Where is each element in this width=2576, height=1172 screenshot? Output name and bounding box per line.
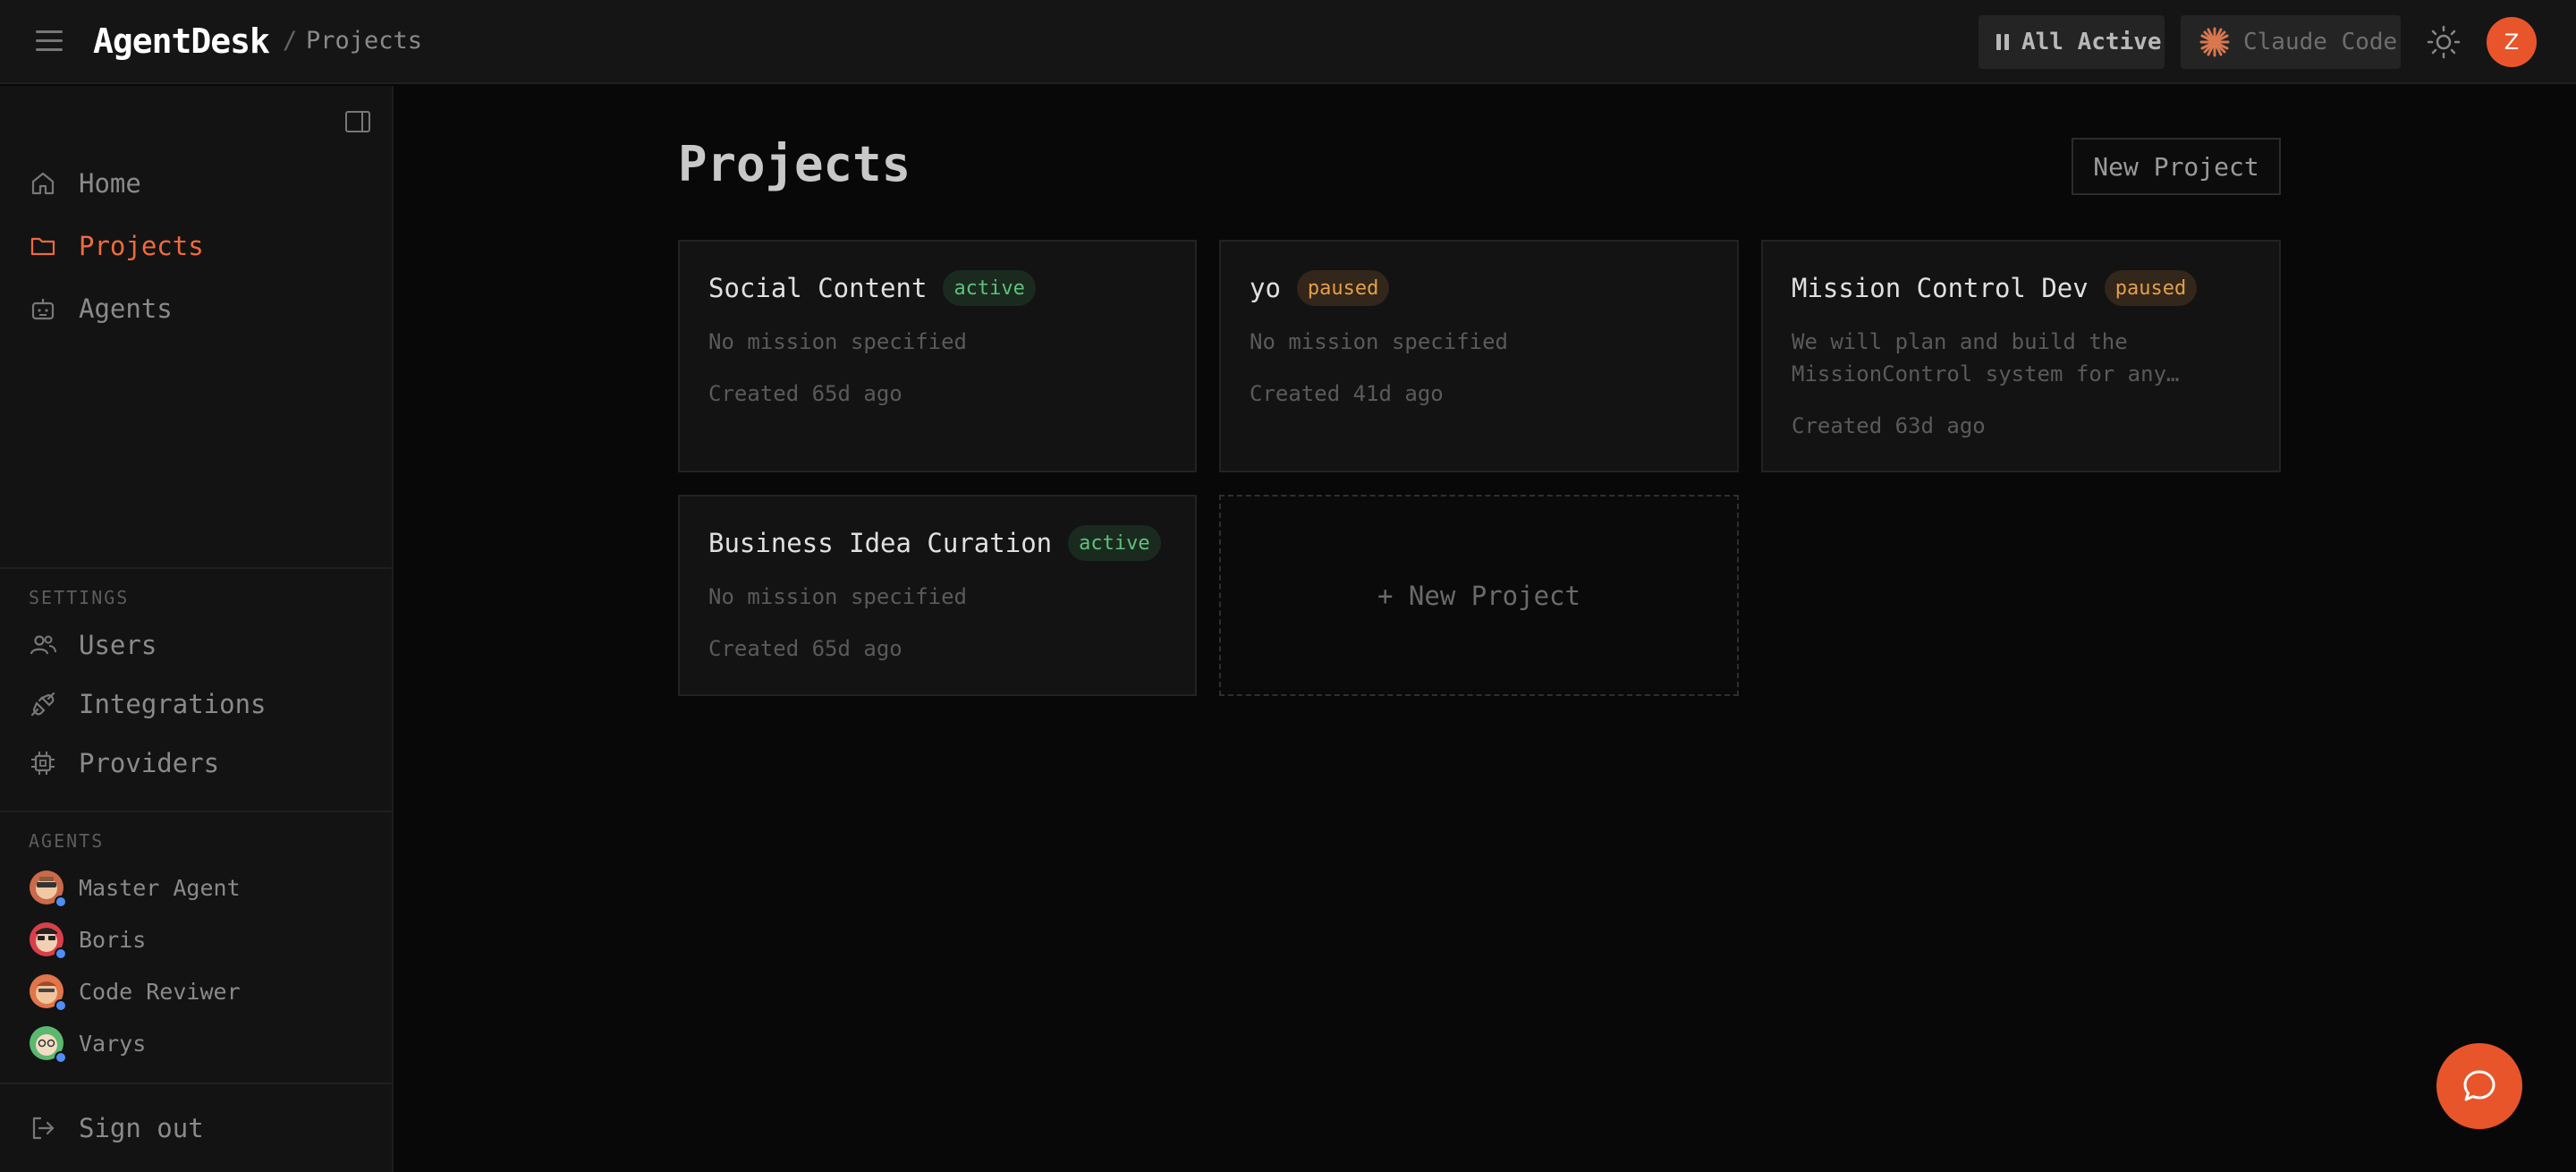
- sidebar-item-users[interactable]: Users: [29, 623, 157, 667]
- status-badge: paused: [2104, 270, 2198, 306]
- sign-out-label: Sign out: [79, 1113, 204, 1143]
- claude-code-button[interactable]: Claude Code: [2181, 15, 2401, 69]
- sidebar-item-label: Projects: [79, 231, 204, 261]
- agent-avatar: [29, 973, 67, 1012]
- robot-icon: [31, 299, 55, 320]
- online-status-indicator: [55, 947, 67, 960]
- settings-section-label: SETTINGS: [29, 587, 130, 608]
- project-title: Mission Control Dev: [1792, 273, 2089, 303]
- project-created: Created 65d ago: [708, 636, 902, 661]
- project-title: Social Content: [708, 273, 928, 303]
- home-icon: [31, 172, 55, 195]
- project-title: yo: [1250, 273, 1281, 303]
- chat-button[interactable]: [2436, 1043, 2522, 1129]
- agent-name: Code Reviwer: [79, 978, 241, 1005]
- agent-name: Master Agent: [79, 874, 241, 901]
- project-mission: We will plan and build the MissionContro…: [1792, 329, 2180, 386]
- sidebar-item-integrations[interactable]: Integrations: [29, 682, 267, 726]
- project-created: Created 63d ago: [1792, 413, 1986, 438]
- sidebar-agent-code-reviwer[interactable]: Code Reviwer: [29, 972, 241, 1012]
- online-status-indicator: [55, 999, 67, 1012]
- project-mission: No mission specified: [708, 584, 967, 609]
- page-title: Projects: [678, 136, 911, 192]
- sidebar: Home Projects Agents SETTINGS Users Inte…: [0, 86, 394, 1172]
- status-badge: active: [943, 270, 1036, 306]
- claude-code-label: Claude Code: [2243, 29, 2398, 55]
- pause-icon: [1996, 34, 2009, 50]
- online-status-indicator: [55, 1051, 67, 1064]
- agent-avatar: [29, 870, 67, 908]
- user-avatar[interactable]: Z: [2487, 17, 2537, 67]
- all-active-label: All Active: [2021, 29, 2162, 55]
- sidebar-item-label: Home: [79, 168, 141, 199]
- all-active-button[interactable]: All Active: [1979, 15, 2165, 69]
- sidebar-item-home[interactable]: Home: [29, 161, 141, 206]
- breadcrumb: Projects: [306, 27, 423, 55]
- agent-name: Varys: [79, 1030, 147, 1057]
- project-card-business-idea-curation[interactable]: Business Idea Curation active No mission…: [678, 495, 1197, 696]
- sidebar-item-label: Users: [79, 630, 157, 660]
- chat-bubble-icon: [2463, 1070, 2496, 1101]
- sign-out-button[interactable]: Sign out: [29, 1106, 204, 1151]
- project-card-yo[interactable]: yo paused No mission specified Created 4…: [1219, 240, 1739, 472]
- project-card-social-content[interactable]: Social Content active No mission specifi…: [678, 240, 1197, 472]
- sidebar-item-label: Agents: [79, 293, 173, 324]
- project-title: Business Idea Curation: [708, 528, 1053, 558]
- status-badge: paused: [1296, 270, 1390, 306]
- theme-toggle-sun-icon[interactable]: [2427, 25, 2461, 59]
- agent-name: Boris: [79, 926, 147, 953]
- sidebar-divider: [0, 567, 394, 569]
- project-created: Created 41d ago: [1250, 381, 1444, 406]
- sidebar-agent-master-agent[interactable]: Master Agent: [29, 868, 241, 908]
- sidebar-item-label: Providers: [79, 748, 220, 778]
- online-status-indicator: [55, 896, 67, 908]
- agent-avatar: [29, 1025, 67, 1064]
- plug-icon: [30, 692, 55, 717]
- sidebar-collapse-icon[interactable]: [345, 111, 370, 132]
- folder-icon: [30, 237, 55, 256]
- sidebar-item-projects[interactable]: Projects: [29, 224, 204, 268]
- chip-icon: [31, 752, 55, 775]
- new-project-button[interactable]: New Project: [2072, 138, 2281, 195]
- project-mission: No mission specified: [708, 329, 967, 354]
- new-project-card[interactable]: + New Project: [1219, 495, 1739, 696]
- status-badge: active: [1068, 525, 1161, 561]
- project-created: Created 65d ago: [708, 381, 902, 406]
- menu-icon[interactable]: [36, 30, 63, 54]
- users-icon: [30, 635, 56, 655]
- sidebar-agent-varys[interactable]: Varys: [29, 1023, 147, 1064]
- project-card-mission-control-dev[interactable]: Mission Control Dev paused We will plan …: [1761, 240, 2281, 472]
- app-logo[interactable]: AgentDesk: [93, 21, 270, 61]
- sidebar-item-agents[interactable]: Agents: [29, 286, 173, 331]
- sidebar-divider: [0, 811, 394, 812]
- sidebar-item-label: Integrations: [79, 689, 267, 719]
- top-bar: AgentDesk / Projects All Active Claude C…: [0, 0, 2576, 84]
- sidebar-agent-boris[interactable]: Boris: [29, 920, 147, 960]
- project-mission: No mission specified: [1250, 329, 1508, 354]
- sidebar-item-providers[interactable]: Providers: [29, 741, 219, 786]
- sidebar-divider: [0, 1083, 394, 1084]
- claude-spark-icon: [2199, 27, 2230, 57]
- sign-out-icon: [32, 1117, 55, 1140]
- breadcrumb-separator: /: [283, 27, 298, 55]
- agents-section-label: AGENTS: [29, 830, 105, 852]
- agent-avatar: [29, 921, 67, 960]
